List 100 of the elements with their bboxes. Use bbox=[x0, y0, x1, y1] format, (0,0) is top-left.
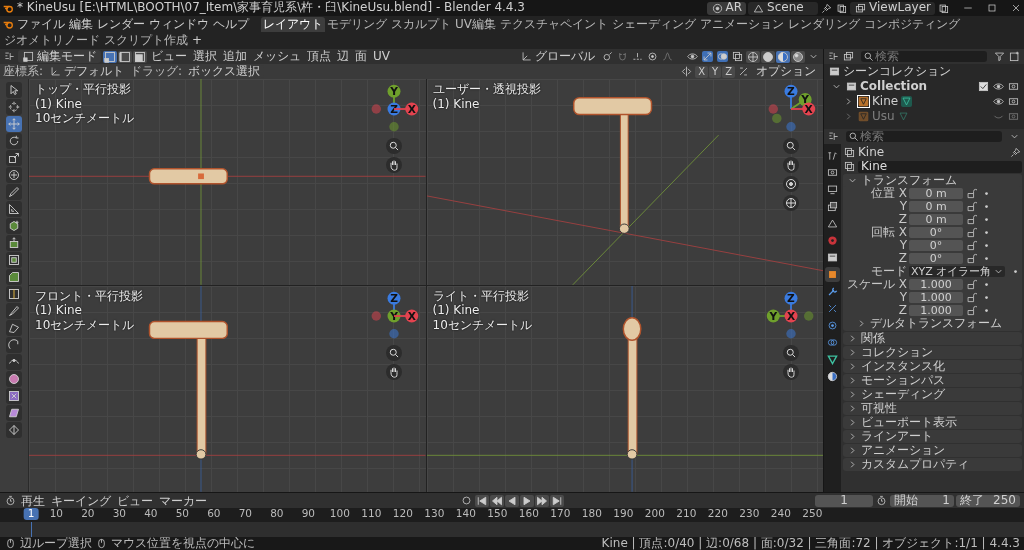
number-field[interactable]: 0° bbox=[909, 240, 963, 252]
number-field[interactable]: 0 m bbox=[909, 201, 963, 213]
lock-icon[interactable] bbox=[966, 201, 977, 213]
panel-header[interactable]: コレクション bbox=[843, 346, 1022, 360]
zoom-icon[interactable] bbox=[783, 138, 799, 155]
loopcut-tool-icon[interactable] bbox=[6, 286, 22, 303]
panel-title[interactable]: トランスフォーム bbox=[861, 174, 957, 188]
gizmo-axis-handle[interactable]: X bbox=[784, 309, 798, 323]
tree-item[interactable]: シーンコレクション bbox=[843, 65, 951, 79]
extrude-tool-icon[interactable] bbox=[6, 235, 22, 252]
menu-item[interactable]: ビュー bbox=[149, 50, 189, 64]
zoom-icon[interactable] bbox=[385, 345, 402, 362]
cursor-tool-icon[interactable] bbox=[6, 99, 22, 116]
pin-icon[interactable] bbox=[821, 2, 833, 14]
number-field[interactable]: 1.000 bbox=[909, 279, 963, 291]
menu-item[interactable]: 追加 bbox=[221, 50, 249, 64]
menu-item[interactable]: 編集 bbox=[67, 18, 95, 32]
render-icon[interactable] bbox=[1008, 81, 1019, 93]
xray-icon[interactable] bbox=[732, 51, 743, 63]
mirror-axis-toggle[interactable]: Y bbox=[709, 65, 722, 78]
new-scene-icon[interactable] bbox=[836, 2, 848, 14]
negative-axis-dot[interactable] bbox=[804, 311, 814, 321]
panel-title[interactable]: ビューポート表示 bbox=[861, 416, 957, 430]
editor-type-icon[interactable] bbox=[828, 131, 839, 143]
menu-item[interactable]: メッシュ bbox=[251, 50, 303, 64]
move-tool-icon[interactable] bbox=[6, 116, 22, 133]
measure-tool-icon[interactable] bbox=[6, 201, 22, 218]
hand-icon[interactable] bbox=[783, 157, 799, 174]
bevel-tool-icon[interactable] bbox=[6, 269, 22, 286]
workspace-tab[interactable]: シェーディング bbox=[610, 17, 698, 33]
render-engine-dropdown[interactable]: AR bbox=[706, 1, 747, 15]
panel-header[interactable]: ラインアート bbox=[843, 430, 1022, 444]
filter-icon[interactable] bbox=[994, 51, 1005, 63]
jumpend-icon[interactable] bbox=[550, 494, 564, 507]
panel-header[interactable]: シェーディング bbox=[843, 388, 1022, 402]
new-collection-icon[interactable] bbox=[1009, 51, 1020, 63]
lock-icon[interactable] bbox=[966, 240, 977, 252]
menu-item[interactable]: 再生 bbox=[19, 494, 47, 507]
workspace-tab[interactable]: UV編集 bbox=[453, 17, 498, 33]
menu-item[interactable]: 辺 bbox=[335, 50, 351, 64]
orientation-dropdown[interactable]: グローバル bbox=[516, 50, 599, 64]
mode-dropdown[interactable]: 編集モード bbox=[18, 50, 101, 64]
panel-header[interactable]: ビューポート表示 bbox=[843, 416, 1022, 430]
lock-icon[interactable] bbox=[966, 305, 977, 317]
vertex-select-icon[interactable] bbox=[103, 50, 117, 63]
menu-item[interactable]: UV bbox=[371, 50, 392, 64]
rotate-tool-icon[interactable] bbox=[6, 133, 22, 150]
menu-item[interactable]: ファイル bbox=[15, 18, 67, 32]
panel-header[interactable]: インスタンス化 bbox=[843, 360, 1022, 374]
tree-item[interactable]: Usu bbox=[872, 110, 895, 124]
workspace-tab[interactable]: レンダリング bbox=[786, 17, 862, 33]
negative-axis-dot[interactable] bbox=[371, 104, 381, 115]
new-view-layer-icon[interactable] bbox=[938, 2, 949, 14]
zoom-icon[interactable] bbox=[385, 138, 402, 155]
edge-select-icon[interactable] bbox=[118, 50, 132, 63]
menu-item[interactable]: 選択 bbox=[191, 50, 219, 64]
rip-tool-icon[interactable] bbox=[6, 422, 22, 439]
number-field[interactable]: 0° bbox=[909, 253, 963, 265]
data-tab-icon[interactable] bbox=[825, 352, 840, 368]
lock-icon[interactable] bbox=[966, 214, 977, 226]
blender-menu-icon[interactable] bbox=[3, 19, 14, 31]
snap-icon[interactable] bbox=[632, 51, 643, 63]
menu-item[interactable]: ビュー bbox=[115, 494, 155, 507]
stopwatch-icon[interactable] bbox=[876, 495, 887, 506]
grid-icon[interactable] bbox=[783, 195, 799, 212]
negative-axis-dot[interactable] bbox=[388, 122, 399, 132]
menu-item[interactable]: マーカー bbox=[157, 494, 209, 507]
panel-title[interactable]: カスタムプロパティ bbox=[861, 458, 969, 472]
jumpstart-icon[interactable] bbox=[475, 494, 489, 507]
number-field[interactable]: 0 m bbox=[909, 214, 963, 226]
workspace-tab[interactable]: テクスチャペイント bbox=[498, 17, 610, 33]
scale-tool-icon[interactable] bbox=[6, 150, 22, 167]
negative-axis-dot[interactable] bbox=[772, 114, 782, 124]
gizmo-axis-handle[interactable]: Z bbox=[387, 102, 400, 116]
magnet-icon[interactable] bbox=[617, 51, 628, 63]
scene-selector[interactable]: Scene bbox=[748, 1, 819, 15]
sphere-tool-icon[interactable] bbox=[6, 371, 22, 388]
transform-orientation-dropdown[interactable]: デフォルト bbox=[45, 65, 129, 79]
lock-icon[interactable] bbox=[966, 279, 977, 291]
panel-title[interactable]: 可視性 bbox=[861, 402, 897, 416]
clock-icon[interactable] bbox=[5, 495, 16, 506]
lock-icon[interactable] bbox=[966, 227, 977, 239]
panel-header[interactable]: 関係 bbox=[843, 332, 1022, 346]
panel-header[interactable]: 可視性 bbox=[843, 402, 1022, 416]
menu-item[interactable]: レンダー bbox=[95, 18, 147, 32]
workspace-tab[interactable]: アニメーション bbox=[698, 17, 786, 33]
add-workspace-button[interactable]: + bbox=[190, 34, 205, 48]
editor-type-icon[interactable] bbox=[828, 51, 839, 63]
auto-merge-icon[interactable] bbox=[738, 66, 749, 78]
view-layer-selector[interactable]: ViewLayer bbox=[850, 1, 935, 15]
proportional-edit-icon[interactable] bbox=[647, 51, 658, 63]
record-icon[interactable] bbox=[461, 495, 472, 506]
name-field[interactable]: Kine bbox=[858, 160, 1022, 173]
overlay-icon[interactable] bbox=[717, 51, 728, 63]
gizmo-icon[interactable] bbox=[702, 51, 713, 63]
face-select-icon[interactable] bbox=[133, 50, 147, 63]
polybuild-tool-icon[interactable] bbox=[6, 320, 22, 337]
close-icon[interactable] bbox=[1010, 2, 1022, 14]
zoom-icon[interactable] bbox=[783, 345, 799, 362]
panel-title[interactable]: コレクション bbox=[861, 346, 933, 360]
